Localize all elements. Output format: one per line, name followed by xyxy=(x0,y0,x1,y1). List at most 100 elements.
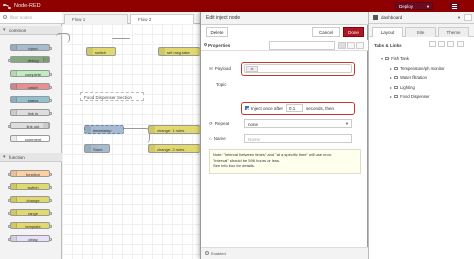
inject-once-delay-input[interactable]: 0.1 xyxy=(286,104,303,112)
chevron-down-icon[interactable]: ▼ xyxy=(457,15,461,20)
palette-search-input[interactable]: filter nodes xyxy=(10,15,32,20)
tree-group-water-filtration[interactable]: ▸ Water filtration xyxy=(390,75,427,80)
link-icon xyxy=(11,110,17,115)
tab-flow-2[interactable]: Flow 2 xyxy=(130,14,194,24)
properties-toolbar-field[interactable] xyxy=(269,41,335,50)
add-link-icon[interactable] xyxy=(457,41,464,47)
arrow-right-icon xyxy=(85,126,91,133)
description-icon[interactable] xyxy=(347,42,355,49)
arrow-right-icon xyxy=(11,45,17,50)
arrow-right-icon xyxy=(85,145,91,152)
category-label: function xyxy=(9,155,25,160)
palette-node-inject[interactable]: inject xyxy=(10,44,52,51)
tab-label: Flow 1 xyxy=(72,17,86,22)
group-icon xyxy=(394,67,399,71)
sidebar-window-button[interactable] xyxy=(464,14,472,21)
sidebar-title[interactable]: dashboard xyxy=(381,15,402,20)
palette-search-bar[interactable]: filter nodes xyxy=(0,12,62,24)
flow-canvas[interactable]: switch set msg.take Food Dispenser Secti… xyxy=(56,24,200,259)
flow-node-change-1[interactable]: change: 1 rules xyxy=(148,125,200,134)
tree-group-food-dispenser[interactable]: ▸ Food Dispenser xyxy=(390,94,430,99)
settings-icon[interactable] xyxy=(338,42,346,49)
flow-tabbar: Flow 1 Flow 2 xyxy=(62,12,200,24)
tree-label: Water filtration xyxy=(400,75,427,80)
palette-node-delay[interactable]: delay xyxy=(8,235,52,242)
chevron-right-icon: ▸ xyxy=(390,85,393,90)
bug-icon xyxy=(43,57,49,62)
payload-input[interactable]: ts xyxy=(244,64,352,73)
chevron-down-icon: ▼ xyxy=(345,121,349,126)
palette-node-comment[interactable]: comment xyxy=(10,135,50,142)
palette-node-complete[interactable]: complete xyxy=(10,70,52,77)
delete-button[interactable]: Delete xyxy=(206,27,228,37)
palette-node-function[interactable]: function xyxy=(8,170,52,177)
tab-site[interactable]: Site xyxy=(405,27,436,37)
enabled-toggle-icon[interactable] xyxy=(205,251,209,255)
tree-tab-fish-tank[interactable]: ▾ Fish Tank xyxy=(381,56,409,61)
palette-node-status[interactable]: status xyxy=(10,96,52,103)
expand-icon[interactable] xyxy=(438,41,445,47)
enabled-label: Enabled xyxy=(211,251,226,256)
deploy-label: Deploy xyxy=(399,3,414,9)
appearance-icon[interactable] xyxy=(356,42,364,49)
tab-layout[interactable]: Layout xyxy=(372,27,403,37)
cancel-button[interactable]: Cancel xyxy=(312,27,340,37)
main-menu-button[interactable] xyxy=(449,2,459,10)
sort-icon[interactable] xyxy=(429,41,436,47)
inject-once-checkbox[interactable] xyxy=(245,106,249,110)
tab-flow-1[interactable]: Flow 1 xyxy=(64,14,128,24)
done-button[interactable]: Done xyxy=(343,27,364,37)
palette-node-switch[interactable]: switch xyxy=(8,183,52,190)
node-label: change xyxy=(26,198,40,203)
properties-tab[interactable]: Properties xyxy=(208,43,230,48)
tag-icon: ⌂ xyxy=(209,136,212,141)
chevron-right-icon: ▸ xyxy=(390,66,393,71)
chevron-down-icon[interactable]: ▼ xyxy=(426,4,430,9)
inject-once-label: Inject once after xyxy=(251,106,284,111)
name-input[interactable]: Name xyxy=(244,134,352,143)
node-label: delay xyxy=(28,237,38,242)
flow-node-switch[interactable]: switch xyxy=(86,47,116,56)
flow-node-store[interactable]: Store xyxy=(84,144,110,153)
palette-node-link-out[interactable]: link out xyxy=(8,122,50,129)
chevron-right-icon: ▸ xyxy=(390,75,393,80)
palette-node-template[interactable]: template xyxy=(8,222,52,229)
node-label: Store xyxy=(93,147,103,152)
palette-node-link-in[interactable]: link in xyxy=(10,109,52,116)
palette-node-debug[interactable]: debug xyxy=(8,56,50,63)
flow-node-set-msg[interactable]: set msg.take xyxy=(158,47,200,56)
shuffle-icon xyxy=(149,145,155,152)
flow-wire[interactable] xyxy=(120,128,150,143)
chevron-down-icon: ▾ xyxy=(3,154,6,160)
flow-wire[interactable] xyxy=(56,33,70,43)
add-tab-icon[interactable] xyxy=(447,41,454,47)
app-title: Node-RED xyxy=(14,3,41,9)
repeat-icon: ⟳ xyxy=(209,121,213,126)
tab-theme[interactable]: Theme xyxy=(438,27,469,37)
flow-node-change-2[interactable]: change: 2 rules xyxy=(148,144,200,153)
palette-node-range[interactable]: range xyxy=(8,209,52,216)
flow-node-timestamp[interactable]: timestamp xyxy=(84,125,124,134)
dashboard-sidebar: dashboard ▼ Layout Site Theme Tabs & Lin… xyxy=(368,12,474,259)
flow-comment-food-dispenser[interactable]: Food Dispenser Section xyxy=(80,92,144,101)
node-label: status xyxy=(27,98,39,103)
chevron-down-icon: ▾ xyxy=(3,27,6,33)
dialog-toolbar: Properties xyxy=(201,40,369,51)
palette-category-common[interactable]: ▾ common xyxy=(0,26,62,35)
payload-type-selector[interactable]: ts xyxy=(246,66,258,72)
deploy-button[interactable]: Deploy ▼ xyxy=(395,2,433,10)
inject-once-delay-value: 0.1 xyxy=(289,106,296,111)
node-label: timestamp xyxy=(93,128,112,133)
node-label: switch xyxy=(27,185,39,190)
palette-category-function[interactable]: ▾ function xyxy=(0,153,62,162)
alert-icon xyxy=(11,84,17,89)
repeat-select[interactable]: none ▼ xyxy=(244,119,352,128)
flow-workspace: Flow 1 Flow 2 switch set msg.take Food D… xyxy=(56,12,200,259)
palette-node-catch[interactable]: catch xyxy=(10,83,52,90)
tree-group-lighting[interactable]: ▸ Lighting xyxy=(390,85,415,90)
inject-once-suffix: seconds, then xyxy=(306,106,335,111)
name-placeholder: Name xyxy=(248,137,261,142)
tree-group-temperature[interactable]: ▸ Temperature/ph monitor xyxy=(390,66,445,71)
flow-wire[interactable] xyxy=(112,37,130,39)
palette-node-change[interactable]: change xyxy=(8,196,52,203)
